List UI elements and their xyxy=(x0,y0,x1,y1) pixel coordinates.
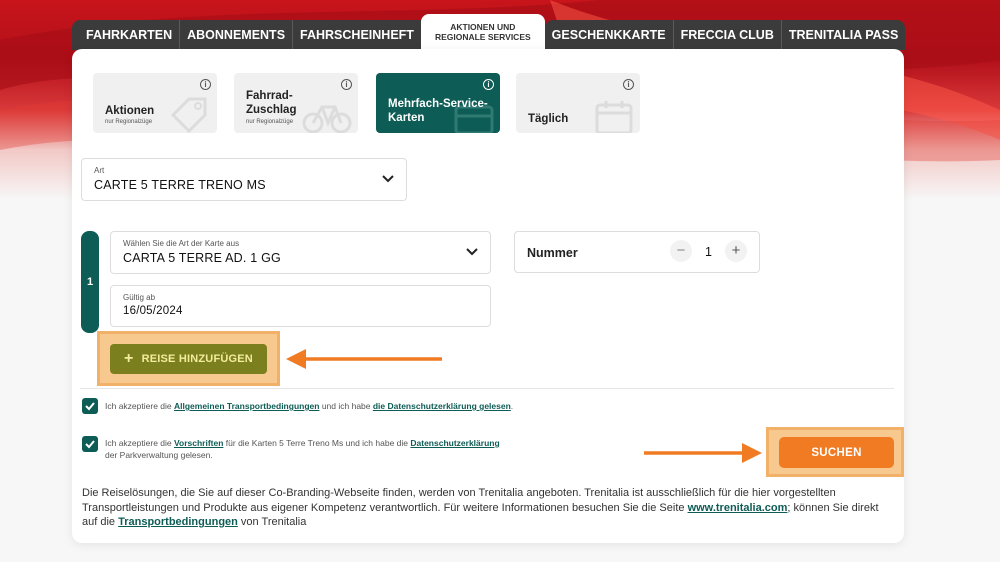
info-icon[interactable]: i xyxy=(341,79,352,90)
privacy-policy-link[interactable]: die Datenschutzerklärung gelesen xyxy=(373,401,511,411)
tile-taeglich[interactable]: i Täglich xyxy=(516,73,640,133)
consent-checkbox-regulations[interactable] xyxy=(82,436,98,452)
tile-title-line1: Mehrfach-Service- xyxy=(388,98,488,110)
valid-from-label: Gültig ab xyxy=(123,293,156,302)
quantity-stepper: Nummer − 1 + xyxy=(514,231,760,273)
quantity-label: Nummer xyxy=(527,246,578,260)
info-icon[interactable]: i xyxy=(200,79,211,90)
park-privacy-link[interactable]: Datenschutzerklärung xyxy=(410,438,499,448)
info-icon[interactable]: i xyxy=(623,79,634,90)
annotation-arrow-left xyxy=(286,349,442,369)
tab-aktionen-regionale-services[interactable]: AKTIONEN UND REGIONALE SERVICES xyxy=(420,14,545,50)
checkmark-icon xyxy=(85,440,95,449)
card-type-value: CARTA 5 TERRE AD. 1 GG xyxy=(123,251,281,265)
disclaimer-text: Die Reiselösungen, die Sie auf dieser Co… xyxy=(82,486,894,530)
booking-card: i Aktionen nur Regionalzüge i Fahrrad- Z… xyxy=(72,49,904,543)
valid-from-field[interactable]: Gültig ab 16/05/2024 xyxy=(110,285,491,327)
tile-mehrfach-service-karten[interactable]: i Mehrfach-Service- Karten xyxy=(376,73,500,133)
art-select-value: CARTE 5 TERRE TRENO MS xyxy=(94,178,266,192)
card-type-select[interactable]: Wählen Sie die Art der Karte aus CARTA 5… xyxy=(110,231,491,274)
tab-abonnements[interactable]: ABONNEMENTS xyxy=(180,20,294,50)
annotation-arrow-right xyxy=(644,443,762,463)
tile-subtitle: nur Regionalzüge xyxy=(246,119,294,125)
quantity-decrement-button[interactable]: − xyxy=(670,240,692,262)
tile-title: Täglich xyxy=(528,113,569,125)
tile-subtitle: nur Regionalzüge xyxy=(105,119,153,125)
tab-freccia-club[interactable]: FRECCIA CLUB xyxy=(673,20,782,50)
calendar-icon xyxy=(595,101,633,133)
consent-text: . xyxy=(510,401,514,411)
tab-fahrscheinheft[interactable]: FAHRSCHEINHEFT xyxy=(293,20,421,50)
chevron-down-icon xyxy=(382,175,394,183)
tile-title: Aktionen xyxy=(105,105,155,117)
consent-checkbox-terms[interactable] xyxy=(82,398,98,414)
tab-geschenkkarte[interactable]: GESCHENKKARTE xyxy=(544,20,674,50)
trip-number-badge: 1 xyxy=(81,231,99,333)
tab-label-line2: REGIONALE SERVICES xyxy=(434,32,531,42)
consent-text: Ich akzeptiere die xyxy=(105,438,174,448)
info-icon[interactable]: i xyxy=(483,79,494,90)
transport-conditions-link[interactable]: Transportbedingungen xyxy=(118,516,238,528)
quantity-value: 1 xyxy=(705,245,712,259)
tab-label-line1: AKTIONEN UND xyxy=(450,22,516,32)
regulations-link[interactable]: Vorschriften xyxy=(174,438,223,448)
tab-fahrkarten[interactable]: FAHRKARTEN xyxy=(72,20,181,50)
art-select[interactable]: Art CARTE 5 TERRE TRENO MS xyxy=(81,158,407,201)
consent-text-terms: Ich akzeptiere die Allgemeinen Transport… xyxy=(105,400,513,412)
valid-from-value: 16/05/2024 xyxy=(123,305,183,317)
transport-conditions-link[interactable]: Allgemeinen Transportbedingungen xyxy=(174,401,319,411)
art-select-label: Art xyxy=(94,166,105,175)
tile-title-line1: Fahrrad- xyxy=(246,90,293,102)
quantity-increment-button[interactable]: + xyxy=(725,240,747,262)
bicycle-icon xyxy=(302,105,352,133)
add-trip-button[interactable]: + REISE HINZUFÜGEN xyxy=(110,344,267,374)
tab-trenitalia-pass[interactable]: TRENITALIA PASS xyxy=(781,20,906,50)
chevron-down-icon xyxy=(466,248,478,256)
divider xyxy=(80,388,894,389)
consent-text: Ich akzeptiere die xyxy=(105,401,174,411)
consent-text-regulations: Ich akzeptiere die Vorschriften für die … xyxy=(105,437,605,461)
search-button[interactable]: SUCHEN xyxy=(779,437,894,468)
tile-title-line2: Zuschlag xyxy=(246,104,297,116)
main-tabs: FAHRKARTEN ABONNEMENTS FAHRSCHEINHEFT AK… xyxy=(72,14,906,50)
checkmark-icon xyxy=(85,402,95,411)
tag-icon xyxy=(170,97,207,133)
tile-title-line2: Karten xyxy=(388,112,425,124)
card-type-label: Wählen Sie die Art der Karte aus xyxy=(123,239,240,248)
consent-text: und ich habe xyxy=(319,401,373,411)
trenitalia-website-link[interactable]: www.trenitalia.com xyxy=(688,502,788,514)
consent-text: für die Karten 5 Terre Treno Ms und ich … xyxy=(223,438,411,448)
tile-fahrrad-zuschlag[interactable]: i Fahrrad- Zuschlag nur Regionalzüge xyxy=(234,73,358,133)
plus-icon: + xyxy=(124,350,134,367)
tile-aktionen[interactable]: i Aktionen nur Regionalzüge xyxy=(93,73,217,133)
consent-text: der Parkverwaltung gelesen. xyxy=(105,450,213,460)
add-trip-label: REISE HINZUFÜGEN xyxy=(141,353,253,365)
disclaimer-part: von Trenitalia xyxy=(237,516,307,528)
